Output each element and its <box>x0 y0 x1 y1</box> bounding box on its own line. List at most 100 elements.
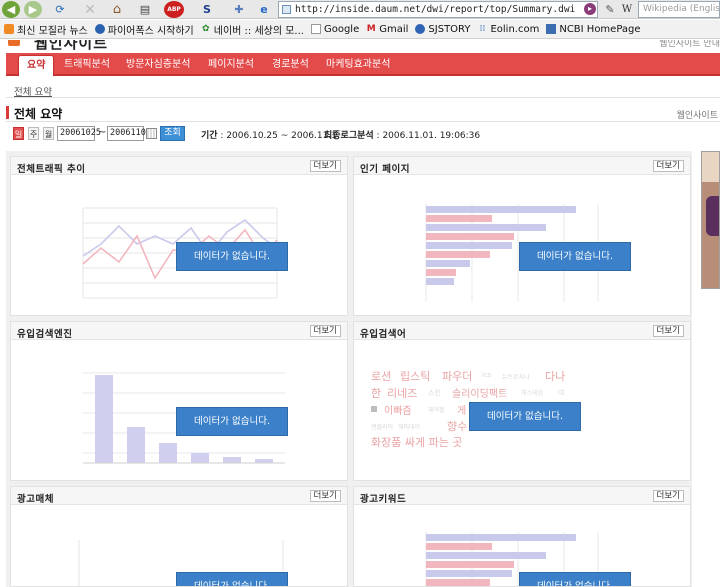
keyword-tag[interactable]: 헤스테임 <box>521 388 543 397</box>
no-data-message: 데이터가 없습니다. <box>177 408 287 435</box>
url-text: http://inside.daum.net/dwi/report/top/Su… <box>295 4 576 15</box>
no-data-message: 데이터가 없습니다. <box>520 573 630 586</box>
keyword-tag[interactable]: 헤어젤 <box>428 405 445 414</box>
widget-title: 인기 페이지 <box>360 164 411 175</box>
no-data-message: 데이터가 없습니다. <box>520 243 630 270</box>
more-button[interactable]: 더보기 <box>309 160 341 172</box>
bookmark-gmail[interactable]: M Gmail <box>366 24 409 35</box>
page-favicon-icon <box>282 5 291 14</box>
print-icon[interactable]: ▤ <box>136 1 154 18</box>
bookmark-firefox-start[interactable]: 파이어폭스 시작하기 <box>94 22 194 37</box>
period-week-button[interactable]: 주 <box>28 127 39 140</box>
widget-title: 전체트래픽 추이 <box>17 164 86 175</box>
subnav-summary-link[interactable]: 전체 요약 <box>14 84 52 98</box>
bookmark-google[interactable]: Google <box>310 24 359 35</box>
bookmark-ncbi[interactable]: NCBI HomePage <box>546 24 641 35</box>
keyword-tag[interactable]: 이빠즘 <box>384 402 412 417</box>
widget-search-engines: 유입검색엔진 더보기 데이터가 없습니다. <box>10 321 348 481</box>
period-month-button[interactable]: 월 <box>43 127 54 140</box>
main-nav: 요약 트래픽분석 방문자심층분석 페이지분석 경로분석 마케팅효과분석 <box>6 53 720 76</box>
widget-search-keywords: 유입검색어 더보기 로션 립스틱 파우더 ics 뉴트로지나 다나 한 리네즈 … <box>353 321 691 481</box>
extension-icon[interactable]: ✎ <box>601 1 619 18</box>
query-button[interactable]: 조회 <box>160 126 185 141</box>
home-icon[interactable]: ⌂ <box>108 1 126 18</box>
title-right-text: 웹인사이트 <box>676 111 718 121</box>
widget-header: 유입검색어 더보기 <box>354 322 690 340</box>
keyword-tag[interactable]: 슬리이딩팩트 <box>452 385 507 400</box>
sync-icon[interactable]: ✚ <box>230 1 248 18</box>
tab-visitor[interactable]: 방문자심층분석 <box>118 55 198 76</box>
forward-icon[interactable]: ▶ <box>24 1 42 18</box>
period-info: 기간 : 2006.10.25 ~ 2006.11.1 <box>201 131 337 141</box>
bookmark-mozilla-news[interactable]: 최신 모질라 뉴스 <box>4 22 88 37</box>
start-date-field[interactable]: 20061025 <box>57 126 101 141</box>
keyword-tag[interactable]: 게 <box>457 402 466 417</box>
calendar-icon[interactable] <box>146 128 157 139</box>
keyword-tag[interactable]: 화장품 싸게 파는 곳 <box>371 434 462 450</box>
sjstory-icon <box>415 24 426 34</box>
keyword-tag[interactable]: 다나 <box>545 368 565 384</box>
keyword-tag[interactable]: 뉴트로지나 <box>502 372 530 381</box>
bookmark-sjstory[interactable]: SJSTORY <box>415 24 470 35</box>
rss-icon <box>4 24 14 34</box>
header-link[interactable]: 웹인사이트 안내 <box>659 40 720 49</box>
more-button[interactable]: 더보기 <box>652 490 684 502</box>
side-banner-image[interactable] <box>701 151 720 289</box>
keyword-tag[interactable]: 여 <box>558 388 564 398</box>
keyword-tag[interactable]: 로션 <box>371 368 391 384</box>
tab-page[interactable]: 페이지분석 <box>200 55 262 76</box>
keyword-tag[interactable]: ics <box>482 371 491 379</box>
tab-summary[interactable]: 요약 <box>18 55 55 76</box>
divider <box>6 121 720 122</box>
keyword-tag[interactable]: 스킨 <box>428 388 441 398</box>
bookmark-naver[interactable]: ✿ 네이버 :: 세상의 모... <box>201 22 304 37</box>
tab-path[interactable]: 경로분석 <box>264 55 317 76</box>
go-icon[interactable]: ▸ <box>584 3 596 15</box>
widget-header: 인기 페이지 더보기 <box>354 157 690 175</box>
site-header: 웹인사이트 웹인사이트 안내 <box>0 40 720 52</box>
keyword-tag[interactable]: 헤피데이 <box>398 422 420 431</box>
url-bar[interactable]: http://inside.daum.net/dwi/report/top/Su… <box>278 1 598 18</box>
logo-text[interactable]: 웹인사이트 <box>34 40 108 52</box>
end-date-field[interactable]: 20061101 <box>107 126 151 141</box>
widget-title: 광고키워드 <box>360 494 407 505</box>
gmail-icon: M <box>366 24 376 34</box>
adblock-icon[interactable]: ABP <box>164 1 184 18</box>
keyword-tag[interactable]: 앤클라이 <box>371 422 393 431</box>
widget-ad-media: 광고매체 더보기 데이터가 없습니다. <box>10 486 348 587</box>
stop-icon[interactable]: ✕ <box>81 1 99 18</box>
back-icon[interactable]: ◀ <box>2 1 20 18</box>
ie-tab-icon[interactable]: e <box>255 1 273 18</box>
period-day-button[interactable]: 일 <box>13 127 24 140</box>
banner-art <box>706 196 719 236</box>
no-data-message: 데이터가 없습니다. <box>470 403 580 430</box>
more-button[interactable]: 더보기 <box>309 325 341 337</box>
wikipedia-engine-icon[interactable]: W <box>618 1 636 18</box>
bookmark-eolin[interactable]: ⁞⁞ Eolin.com <box>477 24 540 35</box>
date-filter: 일 주 월 20061025 ~ 20061101 조회 기간 : 2006.1… <box>0 125 720 143</box>
more-button[interactable]: 더보기 <box>652 325 684 337</box>
widget-header: 광고키워드 더보기 <box>354 487 690 505</box>
keyword-tag[interactable]: 한 <box>371 385 381 401</box>
last-analysis-info: 최종로그분석 : 2006.11.01. 19:06:36 <box>324 131 481 141</box>
naver-icon: ✿ <box>201 24 210 34</box>
keyword-tag[interactable]: 립스틱 <box>400 368 430 384</box>
widget-title: 유입검색엔진 <box>17 329 73 340</box>
tab-traffic[interactable]: 트래픽분석 <box>56 55 118 76</box>
more-button[interactable]: 더보기 <box>309 490 341 502</box>
google-icon <box>310 24 321 34</box>
keyword-tag[interactable]: 파우더 <box>442 368 472 384</box>
reload-icon[interactable]: ⟳ <box>51 1 69 18</box>
keyword-tag[interactable]: 향수 <box>447 418 467 434</box>
keyword-tag[interactable]: 리네즈 <box>387 385 417 401</box>
banner-art <box>702 152 719 182</box>
no-data-message: 데이터가 없습니다. <box>177 243 287 270</box>
date-separator: ~ <box>98 127 107 138</box>
search-input[interactable]: Wikipedia (English) <box>638 1 720 18</box>
more-button[interactable]: 더보기 <box>652 160 684 172</box>
browser-toolbar: ◀ ▶ ⟳ ✕ ⌂ ▤ ABP S ✚ e http://inside.daum… <box>0 0 720 19</box>
divider <box>6 97 720 98</box>
tab-marketing[interactable]: 마케팅효과분석 <box>318 55 398 76</box>
widget-header: 전체트래픽 추이 더보기 <box>11 157 347 175</box>
s-addon-icon[interactable]: S <box>198 1 216 18</box>
